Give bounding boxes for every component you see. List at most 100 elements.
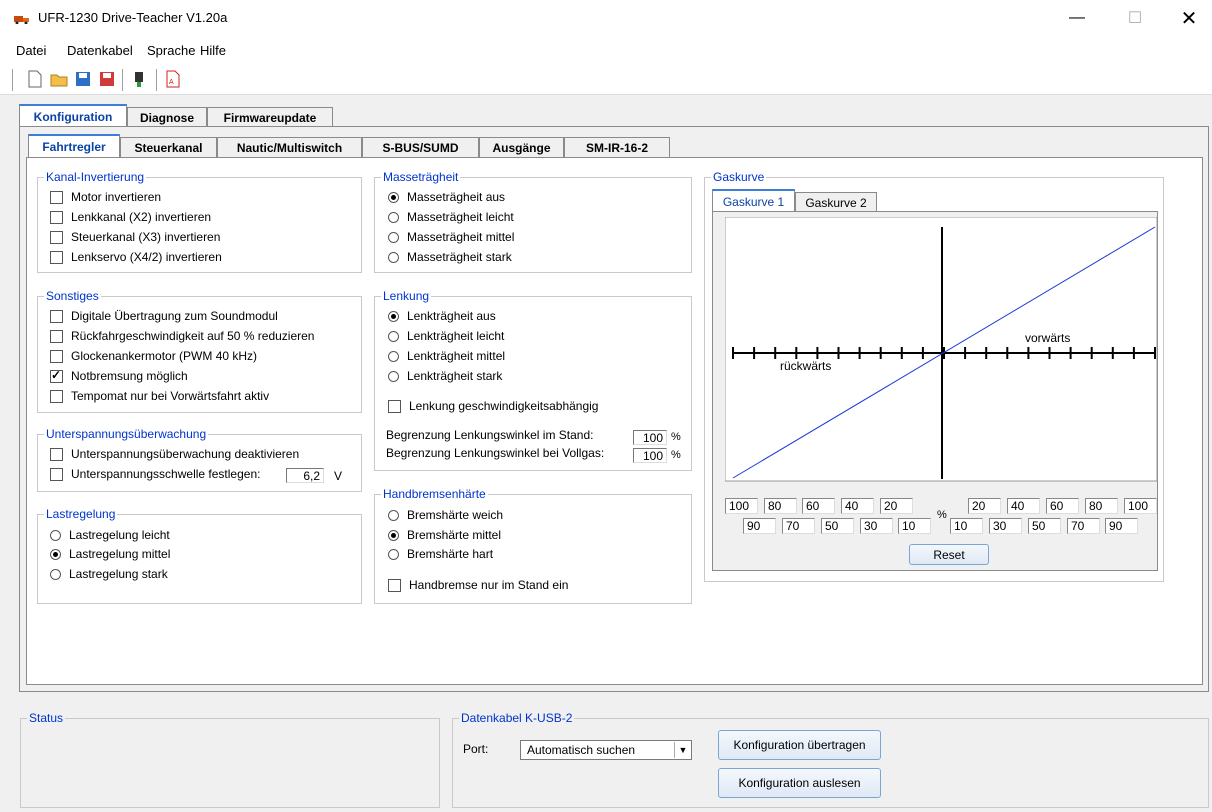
new-file-icon[interactable] [26,70,44,88]
menu-hilfe[interactable]: Hilfe [200,43,226,58]
port-label: Port: [463,742,489,756]
reset-button[interactable]: Reset [909,544,989,565]
masse-mittel-radio[interactable]: Masseträgheit mittel [388,230,514,244]
svg-text:A: A [169,79,174,86]
status-group: Status [20,711,440,808]
tab-sbus-sumd[interactable]: S-BUS/SUMD [362,137,479,157]
maximize-icon[interactable]: ☐ [1112,0,1158,36]
gas-forward-top-field[interactable]: 40 [1007,498,1040,514]
reverse-label: rückwärts [780,359,831,373]
truck-app-icon [14,16,29,24]
tab-diagnose[interactable]: Diagnose [127,107,207,127]
limit-stand-label: Begrenzung Lenkungswinkel im Stand: [386,428,594,442]
masse-stark-radio[interactable]: Masseträgheit stark [388,250,512,264]
usb-cable-icon[interactable] [130,70,148,88]
chevron-down-icon[interactable]: ▼ [674,742,691,758]
gas-forward-bottom-field[interactable]: 50 [1028,518,1061,534]
open-folder-icon[interactable] [50,70,68,88]
tab-sm-ir-16-2[interactable]: SM-IR-16-2 [564,137,670,157]
read-config-button[interactable]: Konfiguration auslesen [718,768,881,798]
minimize-icon[interactable]: — [1054,0,1100,36]
kanal-invertierung-title: Kanal-Invertierung [44,170,147,184]
pdf-manual-icon[interactable]: A [164,70,182,88]
save-as-icon[interactable] [98,70,116,88]
gas-forward-bottom-field[interactable]: 70 [1067,518,1100,534]
forward-label: vorwärts [1025,331,1070,345]
gas-forward-bottom-field[interactable]: 90 [1105,518,1138,534]
gas-reverse-top-field[interactable]: 60 [802,498,835,514]
limit-full-input[interactable]: 100 [633,448,667,463]
tab-gaskurve-2[interactable]: Gaskurve 2 [795,192,877,212]
gas-forward-top-field[interactable]: 60 [1046,498,1079,514]
lenk-aus-radio[interactable]: Lenkträgheit aus [388,309,496,323]
tab-fahrtregler[interactable]: Fahrtregler [28,134,120,157]
gas-forward-bottom-field[interactable]: 10 [950,518,983,534]
bremse-hart-radio[interactable]: Bremshärte hart [388,547,493,561]
limit-stand-pct: % [671,431,681,443]
lenkservo-invert-checkbox[interactable]: Lenkservo (X4/2) invertieren [50,250,222,264]
unterspannung-threshold-checkbox[interactable]: Unterspannungsschwelle festlegen: [50,467,260,481]
lenk-mittel-radio[interactable]: Lenkträgheit mittel [388,349,505,363]
sonstiges-title: Sonstiges [44,289,101,303]
port-select-value: Automatisch suchen [527,743,636,757]
lenk-leicht-radio[interactable]: Lenkträgheit leicht [388,329,504,343]
status-title: Status [27,711,66,725]
tab-firmwareupdate[interactable]: Firmwareupdate [207,107,333,127]
gas-forward-top-field[interactable]: 100 [1124,498,1157,514]
tab-steuerkanal[interactable]: Steuerkanal [120,137,217,157]
gas-reverse-top-field[interactable]: 80 [764,498,797,514]
gas-pct-label: % [937,509,947,521]
lenk-stark-radio[interactable]: Lenkträgheit stark [388,369,502,383]
gaskurve-title: Gaskurve [711,170,767,184]
gas-forward-top-field[interactable]: 80 [1085,498,1118,514]
masse-leicht-radio[interactable]: Masseträgheit leicht [388,210,514,224]
voltage-threshold-input[interactable]: 6,2 [286,468,324,483]
digital-sound-checkbox[interactable]: Digitale Übertragung zum Soundmodul [50,309,278,323]
lenkung-title: Lenkung [381,289,432,303]
handbremse-stand-checkbox[interactable]: Handbremse nur im Stand ein [388,578,568,592]
gas-forward-bottom-field[interactable]: 30 [989,518,1022,534]
throttle-curve-plot: vorwärts rückwärts [725,217,1158,482]
gas-reverse-bottom-field[interactable]: 50 [821,518,854,534]
gas-reverse-bottom-field[interactable]: 10 [898,518,931,534]
gas-reverse-top-field[interactable]: 20 [880,498,913,514]
reverse-speed-checkbox[interactable]: Rückfahrgeschwindigkeit auf 50 % reduzie… [50,329,314,343]
lenkkanal-invert-checkbox[interactable]: Lenkkanal (X2) invertieren [50,210,211,224]
lenkung-speed-dep-checkbox[interactable]: Lenkung geschwindigkeitsabhängig [388,399,598,413]
transfer-config-button[interactable]: Konfiguration übertragen [718,730,881,760]
steuerkanal-invert-checkbox[interactable]: Steuerkanal (X3) invertieren [50,230,220,244]
gas-reverse-top-field[interactable]: 40 [841,498,874,514]
tab-gaskurve-1[interactable]: Gaskurve 1 [712,189,795,212]
motor-invert-checkbox[interactable]: Motor invertieren [50,190,161,204]
limit-stand-input[interactable]: 100 [633,430,667,445]
close-icon[interactable]: ✕ [1166,0,1212,36]
tempomat-checkbox[interactable]: Tempomat nur bei Vorwärtsfahrt aktiv [50,389,269,403]
tab-konfiguration[interactable]: Konfiguration [19,104,127,127]
port-select[interactable]: Automatisch suchen ▼ [520,740,692,760]
masse-aus-radio[interactable]: Masseträgheit aus [388,190,505,204]
bremse-mittel-radio[interactable]: Bremshärte mittel [388,528,501,542]
notbremsung-checkbox[interactable]: Notbremsung möglich [50,368,188,383]
gas-reverse-bottom-field[interactable]: 70 [782,518,815,534]
menu-sprache[interactable]: Sprache [147,43,195,58]
unterspannung-group: Unterspannungsüberwachung [37,427,362,492]
gas-forward-top-field[interactable]: 20 [968,498,1001,514]
tab-nautic-multiswitch[interactable]: Nautic/Multiswitch [217,137,362,157]
gas-reverse-bottom-field[interactable]: 90 [743,518,776,534]
massetraegheit-title: Masseträgheit [381,170,461,184]
menu-datenkabel[interactable]: Datenkabel [67,43,133,58]
menu-datei[interactable]: Datei [16,43,46,58]
tab-ausgaenge[interactable]: Ausgänge [479,137,564,157]
unterspannung-deactivate-checkbox[interactable]: Unterspannungsüberwachung deaktivieren [50,447,299,461]
lastregelung-title: Lastregelung [44,507,118,521]
save-icon[interactable] [74,70,92,88]
lastregelung-stark-radio[interactable]: Lastregelung stark [50,567,168,581]
window-title: UFR-1230 Drive-Teacher V1.20a [38,10,228,25]
lastregelung-leicht-radio[interactable]: Lastregelung leicht [50,528,170,542]
lastregelung-mittel-radio[interactable]: Lastregelung mittel [50,547,170,561]
limit-full-pct: % [671,449,681,461]
glockenanker-checkbox[interactable]: Glockenankermotor (PWM 40 kHz) [50,349,257,363]
gas-reverse-top-field[interactable]: 100 [725,498,758,514]
gas-reverse-bottom-field[interactable]: 30 [860,518,893,534]
bremse-weich-radio[interactable]: Bremshärte weich [388,508,503,522]
